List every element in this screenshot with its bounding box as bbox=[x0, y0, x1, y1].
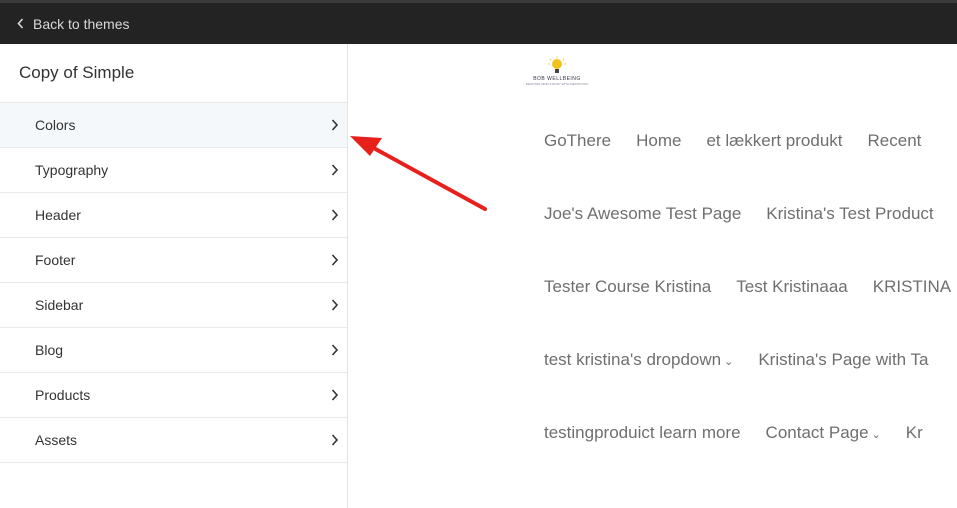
sidebar-item-sidebar[interactable]: Sidebar bbox=[0, 283, 347, 328]
logo-subtext: RESTORE MIND & BODY WITH MEDITATION bbox=[525, 82, 589, 86]
nav-link-product[interactable]: et lækkert produkt bbox=[706, 131, 842, 150]
nav-link-test-kristinaaa[interactable]: Test Kristinaaa bbox=[736, 277, 848, 296]
nav-link-dropdown[interactable]: test kristina's dropdown ⌄ bbox=[544, 350, 733, 369]
chevron-right-icon bbox=[331, 164, 339, 176]
nav-row: Joe's Awesome Test Page Kristina's Test P… bbox=[544, 204, 957, 224]
nav-row: test kristina's dropdown ⌄ Kristina's Page… bbox=[544, 350, 954, 370]
sidebar-item-blog[interactable]: Blog bbox=[0, 328, 347, 373]
chevron-right-icon bbox=[331, 434, 339, 446]
chevron-down-icon: ⌄ bbox=[724, 356, 734, 368]
nav-row: testingproduict learn more Contact Page ⌄ K… bbox=[544, 423, 948, 443]
theme-settings-sidebar: Copy of Simple Colors Typography Header … bbox=[0, 44, 348, 508]
nav-link-gothere[interactable]: GoThere bbox=[544, 131, 611, 150]
sidebar-item-typography[interactable]: Typography bbox=[0, 148, 347, 193]
sidebar-item-label: Footer bbox=[35, 252, 76, 268]
nav-link-kristinas-test-product[interactable]: Kristina's Test Product bbox=[766, 204, 933, 223]
chevron-right-icon bbox=[331, 119, 339, 131]
sidebar-item-colors[interactable]: Colors bbox=[0, 103, 347, 148]
nav-link-home[interactable]: Home bbox=[636, 131, 681, 150]
sidebar-item-label: Typography bbox=[35, 162, 109, 178]
chevron-right-icon bbox=[331, 344, 339, 356]
sidebar-item-header[interactable]: Header bbox=[0, 193, 347, 238]
chevron-right-icon bbox=[331, 299, 339, 311]
lightbulb-icon bbox=[548, 56, 566, 73]
sidebar-item-label: Colors bbox=[35, 117, 76, 133]
theme-preview: BOB WELLBEING RESTORE MIND & BODY WITH M… bbox=[349, 44, 957, 508]
sidebar-item-footer[interactable]: Footer bbox=[0, 238, 347, 283]
nav-link-joes-test-page[interactable]: Joe's Awesome Test Page bbox=[544, 204, 741, 223]
chevron-right-icon bbox=[331, 389, 339, 401]
top-bar: Back to themes bbox=[0, 0, 957, 44]
nav-link-tester-course[interactable]: Tester Course Kristina bbox=[544, 277, 711, 296]
nav-link-kr[interactable]: Kr bbox=[906, 423, 923, 442]
nav-row: Tester Course Kristina Test Kristinaaa KRI… bbox=[544, 277, 957, 297]
theme-name-title: Copy of Simple bbox=[0, 44, 347, 103]
chevron-down-icon: ⌄ bbox=[871, 429, 881, 441]
site-logo[interactable]: BOB WELLBEING RESTORE MIND & BODY WITH M… bbox=[526, 56, 588, 96]
sidebar-item-label: Header bbox=[35, 207, 81, 223]
sidebar-item-label: Assets bbox=[35, 432, 78, 448]
sidebar-item-label: Sidebar bbox=[35, 297, 84, 313]
back-to-themes-label: Back to themes bbox=[33, 15, 130, 32]
back-to-themes-link[interactable]: Back to themes bbox=[17, 16, 130, 32]
nav-row: GoThere Home et lækkert produkt Recent bbox=[544, 131, 946, 151]
nav-link-learn-more[interactable]: testingproduict learn more bbox=[544, 423, 741, 442]
nav-link-kristina[interactable]: KRISTINA bbox=[873, 277, 951, 296]
sidebar-item-products[interactable]: Products bbox=[0, 373, 347, 418]
chevron-left-icon bbox=[17, 18, 24, 29]
sidebar-item-label: Products bbox=[35, 387, 91, 403]
sidebar-item-label: Blog bbox=[35, 342, 64, 358]
nav-link-label: Contact Page bbox=[765, 423, 869, 442]
nav-link-label: test kristina's dropdown bbox=[544, 350, 722, 369]
nav-link-kristinas-page[interactable]: Kristina's Page with Ta bbox=[758, 350, 928, 369]
sidebar-item-assets[interactable]: Assets bbox=[0, 418, 347, 463]
nav-link-contact-page[interactable]: Contact Page ⌄ bbox=[766, 423, 881, 442]
chevron-right-icon bbox=[331, 254, 339, 266]
chevron-right-icon bbox=[331, 209, 339, 221]
nav-link-recent[interactable]: Recent bbox=[868, 131, 922, 150]
